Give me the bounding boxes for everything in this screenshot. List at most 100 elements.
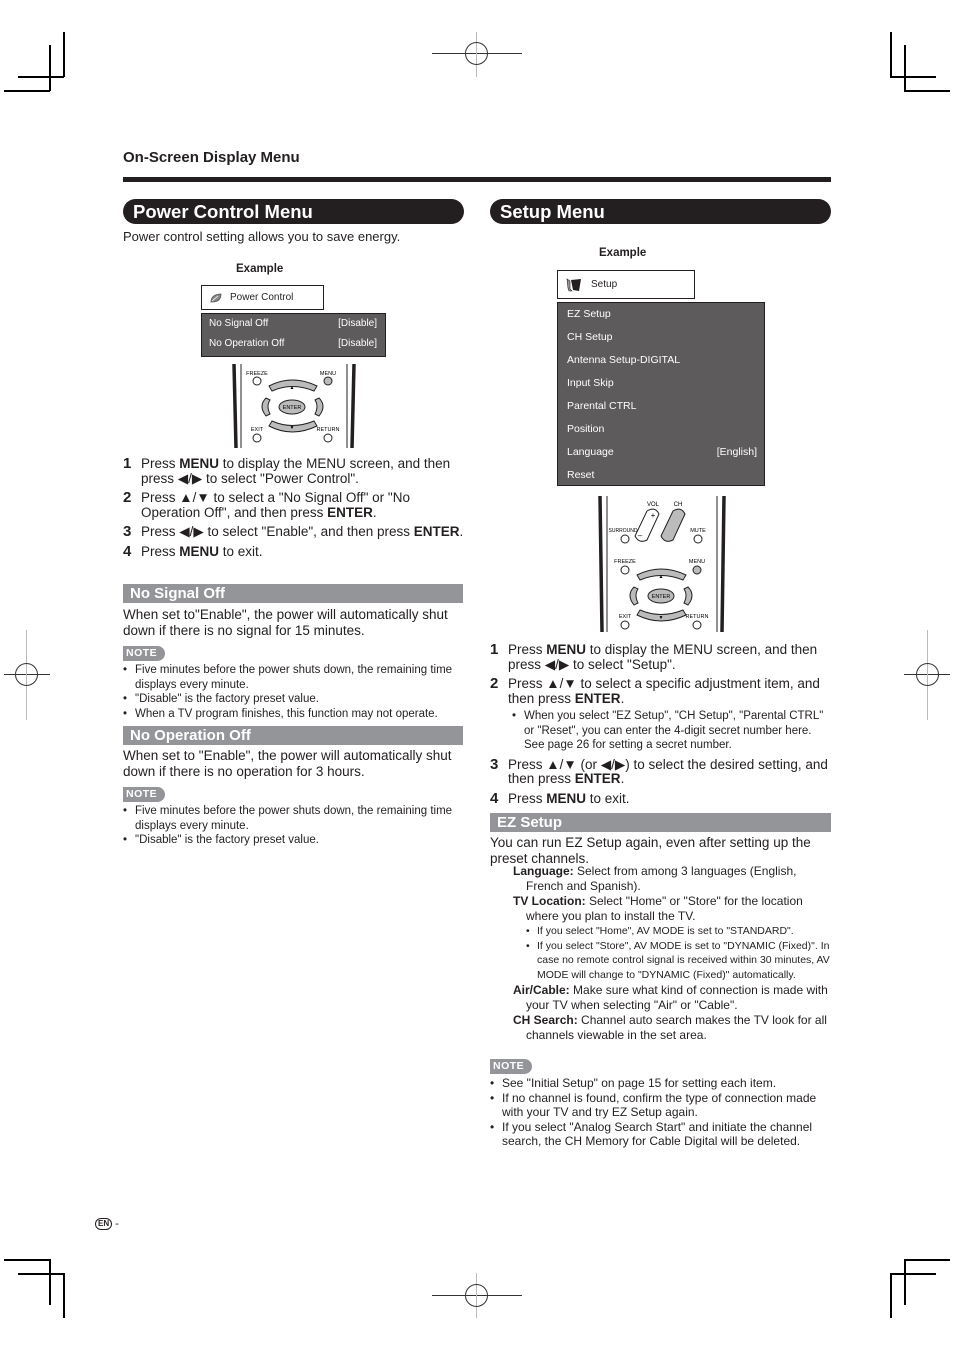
step-2: 2 Press ▲/▼ to select a "No Signal Off" … xyxy=(123,489,468,520)
menu-button xyxy=(692,565,702,575)
step-text: Press MENU to exit. xyxy=(141,543,263,559)
osd-row-no-operation-off: No Operation Off [Disable] xyxy=(209,338,377,358)
power-osd-header-label: Power Control xyxy=(230,292,294,303)
osd-row-label: No Operation Off xyxy=(209,338,285,349)
setup-menu-title: Setup Menu xyxy=(490,199,831,224)
ez-item-tv-location: TV Location: Select "Home" or "Store" fo… xyxy=(513,894,803,923)
exit-button xyxy=(252,433,262,443)
step-text: Press ▲/▼ to select a "No Signal Off" or… xyxy=(141,490,410,520)
ez-setup-text: You can run EZ Setup again, even after s… xyxy=(490,835,811,866)
channel-rocker xyxy=(660,508,686,542)
surround-label: SURROUND xyxy=(609,528,638,534)
ch-label: CH xyxy=(674,502,683,508)
no-operation-off-heading: No Operation Off xyxy=(123,726,463,745)
no-operation-off-text: When set to "Enable", the power will aut… xyxy=(123,748,452,779)
freeze-label: FREEZE xyxy=(246,371,268,377)
exit-label: EXIT xyxy=(619,614,632,620)
osd-row-value: [Disable] xyxy=(338,318,377,329)
section-rule xyxy=(123,177,831,182)
power-example-label: Example xyxy=(236,263,284,275)
exit-button xyxy=(620,620,630,630)
right-arrow-button xyxy=(683,586,693,606)
no-signal-off-text: When set to"Enable", the power will auto… xyxy=(123,607,448,638)
return-button xyxy=(692,620,702,630)
step-number: 1 xyxy=(123,455,132,472)
setup-steps: 1 Press MENU to display the MENU screen,… xyxy=(490,641,835,811)
svg-text:▼: ▼ xyxy=(659,615,664,621)
step-text: Press MENU to display the MENU screen, a… xyxy=(141,456,451,486)
ez-item-language: Language: Select from among 3 languages … xyxy=(513,864,797,893)
note-item: • "Disable" is the factory preset value. xyxy=(123,693,319,705)
menu-button xyxy=(323,376,333,386)
freeze-button xyxy=(620,565,630,575)
osd-row-position: Position xyxy=(567,423,605,435)
step-text: Press ▲/▼ (or ◀/▶) to select the desired… xyxy=(508,756,828,786)
step-number: 3 xyxy=(123,523,132,540)
step-1: 1 Press MENU to display the MENU screen,… xyxy=(490,641,835,672)
svg-text:▼: ▼ xyxy=(290,425,295,431)
mute-label: MUTE xyxy=(690,528,706,534)
step-number: 2 xyxy=(123,489,132,506)
power-osd-header: Power Control xyxy=(201,285,324,310)
setup-osd-header-label: Setup xyxy=(591,279,618,290)
step-text: Press ▲/▼ to select a specific adjustmen… xyxy=(508,676,835,753)
mute-button xyxy=(693,534,703,544)
setup-osd-header: Setup xyxy=(557,270,695,299)
freeze-label: FREEZE xyxy=(614,559,636,565)
note-item: • "Disable" is the factory preset value. xyxy=(123,834,319,846)
enter-label: ENTER xyxy=(652,594,671,600)
no-signal-off-note: NOTE • Five minutes before the power shut… xyxy=(123,643,468,721)
osd-row-ez-setup: EZ Setup xyxy=(567,308,611,320)
setup-osd-panel: EZ Setup CH Setup Antenna Setup-DIGITAL … xyxy=(557,302,765,486)
exit-label: EXIT xyxy=(251,427,264,433)
note-item: • Five minutes before the power shuts dow… xyxy=(123,805,453,832)
ez-item-air-cable: Air/Cable: Make sure what kind of connec… xyxy=(513,983,828,1012)
step-text: Press MENU to display the MENU screen, a… xyxy=(508,642,818,672)
ez-setup-note: NOTE • See "Initial Setup" on page 15 for… xyxy=(490,1056,835,1149)
vol-label: VOL xyxy=(647,502,660,508)
note-item: • When a TV program finishes, this functi… xyxy=(123,707,438,720)
note-item: • If no channel is found, confirm the typ… xyxy=(490,1090,817,1120)
no-operation-off-note: NOTE • Five minutes before the power shut… xyxy=(123,784,468,848)
step-text: Press ◀/▶ to select "Enable", and then p… xyxy=(141,524,464,539)
osd-row-parental-ctrl: Parental CTRL xyxy=(567,400,637,412)
step-number: 3 xyxy=(490,755,499,773)
power-osd-panel: No Signal Off [Disable] No Operation Off… xyxy=(201,313,386,357)
note-item: • Five minutes before the power shuts dow… xyxy=(123,664,453,691)
freeze-button xyxy=(252,376,262,386)
ez-subitem: • If you select "Store", AV MODE is set t… xyxy=(526,939,830,981)
step-number: 1 xyxy=(490,641,499,658)
osd-row-language: Language [English] xyxy=(567,446,757,458)
right-arrow-button xyxy=(314,397,324,417)
svg-text:▲: ▲ xyxy=(659,574,664,580)
osd-row-ch-setup: CH Setup xyxy=(567,331,613,343)
ez-subitem: • If you select "Home", AV MODE is set to… xyxy=(526,925,794,937)
note-item: • See "Initial Setup" on page 15 for sett… xyxy=(490,1076,777,1090)
setup-tool-icon xyxy=(566,277,582,292)
step-number: 2 xyxy=(490,675,499,692)
menu-label: MENU xyxy=(689,559,705,565)
step-3: 3 Press ◀/▶ to select "Enable", and then… xyxy=(123,523,468,540)
step-3: 3 Press ▲/▼ (or ◀/▶) to select the desir… xyxy=(490,755,835,787)
page-number-suffix: - xyxy=(115,1218,119,1230)
step-sub-note: • When you select "EZ Setup", "CH Setup",… xyxy=(512,710,824,751)
power-steps: 1 Press MENU to display the MENU screen,… xyxy=(123,455,468,564)
step-number: 4 xyxy=(490,789,499,807)
osd-row-input-skip: Input Skip xyxy=(567,377,614,389)
enter-label: ENTER xyxy=(283,405,302,411)
language-badge: EN xyxy=(95,1218,113,1230)
step-4: 4 Press MENU to exit. xyxy=(490,789,835,807)
osd-row-antenna-setup: Antenna Setup-DIGITAL xyxy=(567,354,681,366)
page-footer: EN - xyxy=(95,1218,119,1230)
note-badge: NOTE xyxy=(490,1059,533,1074)
no-signal-off-heading: No Signal Off xyxy=(123,584,463,603)
note-badge: NOTE xyxy=(123,787,166,802)
svg-text:+: + xyxy=(651,511,656,520)
left-arrow-button xyxy=(629,586,639,606)
leaf-icon xyxy=(210,293,222,303)
surround-button xyxy=(620,534,630,544)
return-label: RETURN xyxy=(317,427,340,433)
step-4: 4 Press MENU to exit. xyxy=(123,543,468,560)
osd-row-label: No Signal Off xyxy=(209,318,269,329)
step-2: 2 Press ▲/▼ to select a specific adjustm… xyxy=(490,675,835,753)
